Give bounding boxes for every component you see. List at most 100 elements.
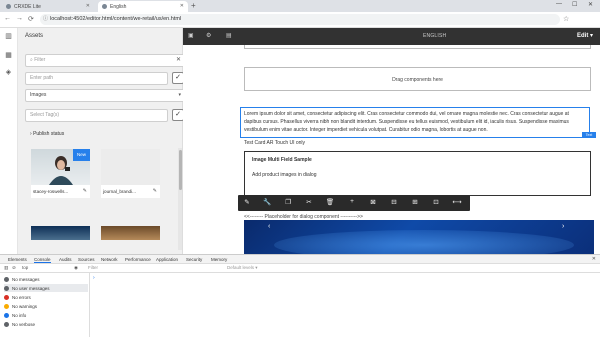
layout-icon[interactable]: ⊟	[388, 198, 400, 206]
carousel-banner[interactable]: ‹ ›	[244, 220, 594, 254]
text-component[interactable]: Lorem ipsum dolor sit amet, consectetur …	[240, 107, 590, 138]
minimize-icon[interactable]: —	[556, 1, 562, 7]
filter-no-messages[interactable]: No messages	[4, 275, 88, 283]
edit-icon[interactable]: ✎	[153, 188, 157, 194]
devtools-tab-console[interactable]: Console	[34, 257, 51, 263]
filter-label: No messages	[12, 276, 40, 282]
group-icon[interactable]: ⊞	[409, 198, 421, 206]
asset-card[interactable]	[101, 226, 160, 240]
image-multifield-component[interactable]: Image Multi Field Sample Add product ima…	[244, 151, 591, 196]
filter-no-user-messages[interactable]: No user messages	[4, 284, 88, 292]
multifield-title: Image Multi Field Sample	[252, 157, 312, 163]
asset-thumbnail	[31, 226, 90, 240]
devtools-tab-security[interactable]: Security	[186, 257, 202, 262]
filter-label: No warnings	[12, 303, 38, 309]
console-output[interactable]: ›	[90, 273, 600, 337]
devtools-tab-network[interactable]: Network	[101, 257, 118, 262]
asset-card[interactable]: New stacey-roswells... ✎	[31, 149, 90, 198]
asset-type-value: Images	[30, 92, 47, 98]
devtools-close-icon[interactable]: ✕	[592, 256, 596, 262]
asset-card[interactable]: journal_brandi... ✎	[101, 149, 160, 198]
cut-icon[interactable]: ✂	[303, 198, 315, 206]
drop-zone-top[interactable]	[244, 45, 591, 49]
close-tab-icon[interactable]: ✕	[86, 3, 90, 9]
filter-no-info[interactable]: No info	[4, 311, 88, 319]
configure-icon[interactable]: ✎	[241, 198, 253, 206]
filter-no-errors[interactable]: No errors	[4, 293, 88, 301]
maximize-icon[interactable]: ☐	[572, 1, 577, 8]
filter-field[interactable]: ⌕ Filter ✕	[25, 54, 186, 67]
tab-crxde[interactable]: CRXDE Lite ✕	[2, 1, 94, 12]
assets-scroll-thumb[interactable]	[179, 150, 182, 190]
window-close-icon[interactable]: ✕	[588, 1, 593, 8]
eye-icon[interactable]: ◉	[74, 265, 78, 271]
card-ar-label[interactable]: Test Card AR Touch UI only	[244, 140, 305, 146]
sidebar-toggle-icon[interactable]: ▥	[4, 265, 8, 271]
path-field[interactable]: Enter path	[25, 72, 168, 85]
reload-icon[interactable]: ⟳	[28, 15, 34, 23]
paste-icon[interactable]: ⊠	[367, 198, 379, 206]
multifield-body: Add product images in dialog	[252, 172, 317, 178]
url-field[interactable]: ⓘ localhost:4502/editor.html/content/we-…	[40, 14, 560, 25]
devtools-tab-application[interactable]: Application	[156, 257, 178, 262]
copy-icon[interactable]: ❐	[282, 198, 294, 206]
crxde-favicon-icon	[6, 4, 11, 9]
context-select[interactable]: top	[22, 265, 28, 270]
asset-thumbnail	[101, 149, 160, 185]
forward-icon[interactable]: →	[16, 15, 23, 22]
site-info-icon[interactable]: ⓘ	[43, 14, 48, 25]
devtools-tab-elements[interactable]: Elements	[8, 257, 27, 262]
side-panel-icon[interactable]: ▥	[4, 33, 13, 41]
filter-no-warnings[interactable]: No warnings	[4, 302, 88, 310]
bookmark-star-icon[interactable]: ☆	[563, 15, 569, 23]
toggle-side-panel-icon[interactable]: ▣	[188, 32, 194, 39]
asset-type-select[interactable]: Images ▾	[25, 89, 186, 102]
carousel-prev-icon[interactable]: ‹	[268, 223, 270, 230]
insert-icon[interactable]: +	[346, 198, 358, 205]
verbose-icon	[4, 321, 9, 327]
list-icon	[4, 276, 9, 282]
wrench-icon[interactable]: 🔧	[261, 198, 273, 206]
asset-name: stacey-roswells...	[33, 189, 69, 194]
devtools-tab-performance[interactable]: Performance	[125, 257, 151, 262]
expand-icon[interactable]: ⟷	[451, 198, 463, 206]
error-icon	[4, 294, 9, 300]
components-icon[interactable]: ▦	[4, 52, 13, 60]
tab-english[interactable]: English ✕	[98, 1, 188, 12]
drop-zone[interactable]: Drag components here	[244, 67, 591, 91]
parent-icon[interactable]: ⊡	[430, 198, 442, 206]
devtools-tab-sources[interactable]: Sources	[78, 257, 95, 262]
browser-tab-strip: CRXDE Lite ✕ English ✕ + — ☐ ✕	[0, 0, 600, 12]
new-tab-button[interactable]: +	[191, 1, 196, 11]
asset-card[interactable]	[31, 226, 90, 240]
page-title: ENGLISH	[423, 33, 447, 39]
tags-field[interactable]: Select Tag(s)	[25, 109, 168, 122]
console-filter-input[interactable]: Filter	[88, 265, 98, 270]
asset-name: journal_brandi...	[103, 189, 136, 194]
clear-console-icon[interactable]: ⊘	[12, 265, 16, 271]
chevron-down-icon: ▾	[178, 92, 181, 98]
asset-thumbnail: New	[31, 149, 90, 185]
log-levels-dropdown[interactable]: Default levels ▾	[227, 265, 258, 271]
page-properties-icon[interactable]: ⚙	[206, 32, 211, 39]
edit-icon[interactable]: ✎	[83, 188, 87, 194]
publish-status-toggle[interactable]: › Publish status	[30, 131, 64, 137]
clear-filter-icon[interactable]: ✕	[176, 55, 181, 66]
delete-icon[interactable]: 🗑	[324, 198, 336, 206]
edit-mode-dropdown[interactable]: Edit ▾	[577, 32, 593, 39]
user-icon	[4, 285, 9, 291]
assets-panel: Assets ⌕ Filter ✕ Enter path ✓ Images ▾ …	[18, 28, 186, 254]
close-tab-icon[interactable]: ✕	[180, 3, 184, 9]
editor-side-rail: ▥ ▦ ◈	[0, 28, 18, 254]
filter-no-verbose[interactable]: No verbose	[4, 320, 88, 328]
devtools-tab-memory[interactable]: Memory	[211, 257, 227, 262]
annotate-icon[interactable]: ▤	[226, 32, 232, 39]
carousel-next-icon[interactable]: ›	[562, 223, 564, 230]
console-prompt-icon[interactable]: ›	[93, 275, 95, 281]
devtools-tab-audits[interactable]: Audits	[59, 257, 72, 262]
layers-icon[interactable]: ◈	[4, 69, 13, 77]
back-icon[interactable]: ←	[4, 15, 11, 22]
filter-label: No info	[12, 312, 27, 318]
component-edit-toolbar: ✎ 🔧 ❐ ✂ 🗑 + ⊠ ⊟ ⊞ ⊡ ⟷	[238, 195, 470, 211]
tags-placeholder: Select Tag(s)	[30, 112, 60, 118]
